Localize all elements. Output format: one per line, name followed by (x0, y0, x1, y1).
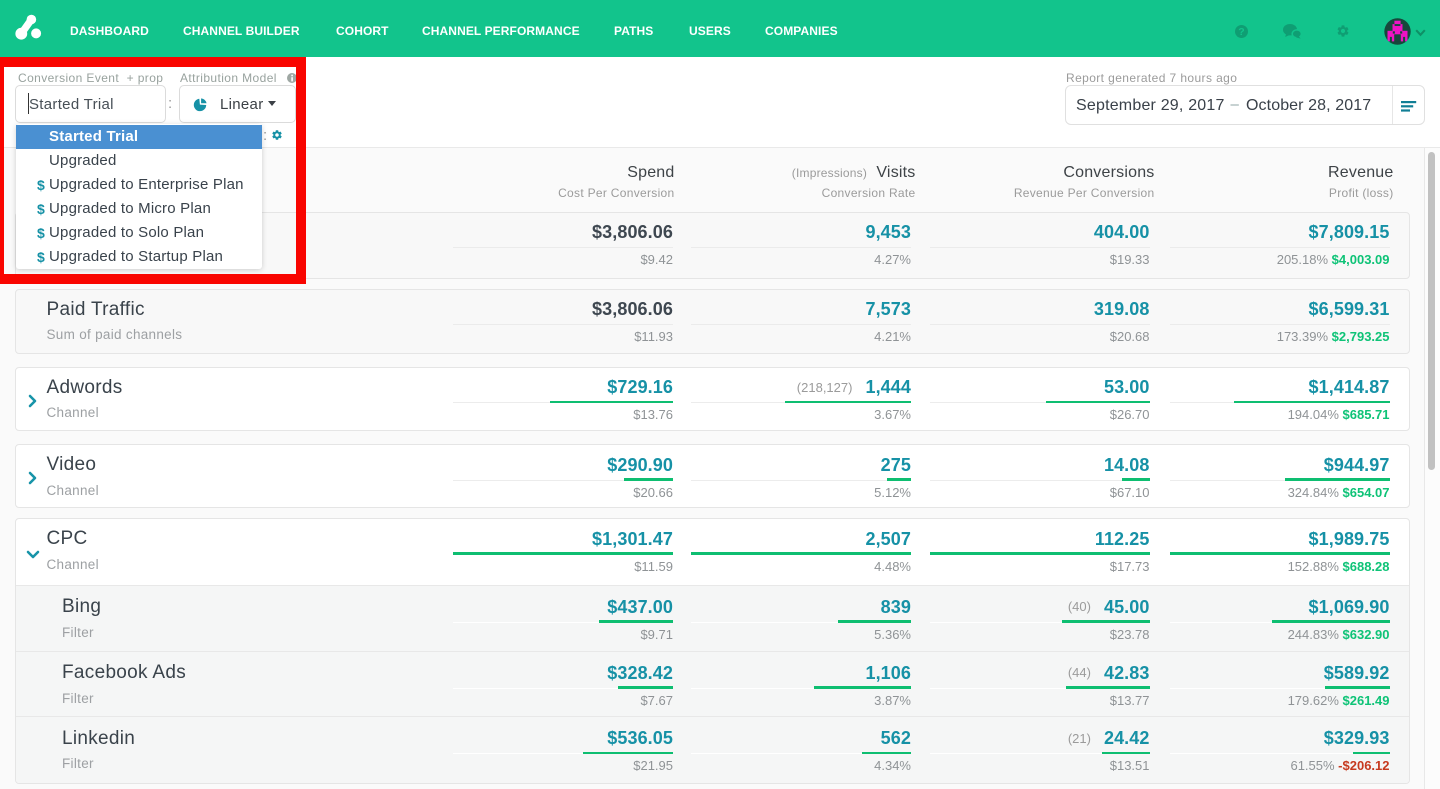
svg-text:?: ? (1238, 26, 1244, 38)
